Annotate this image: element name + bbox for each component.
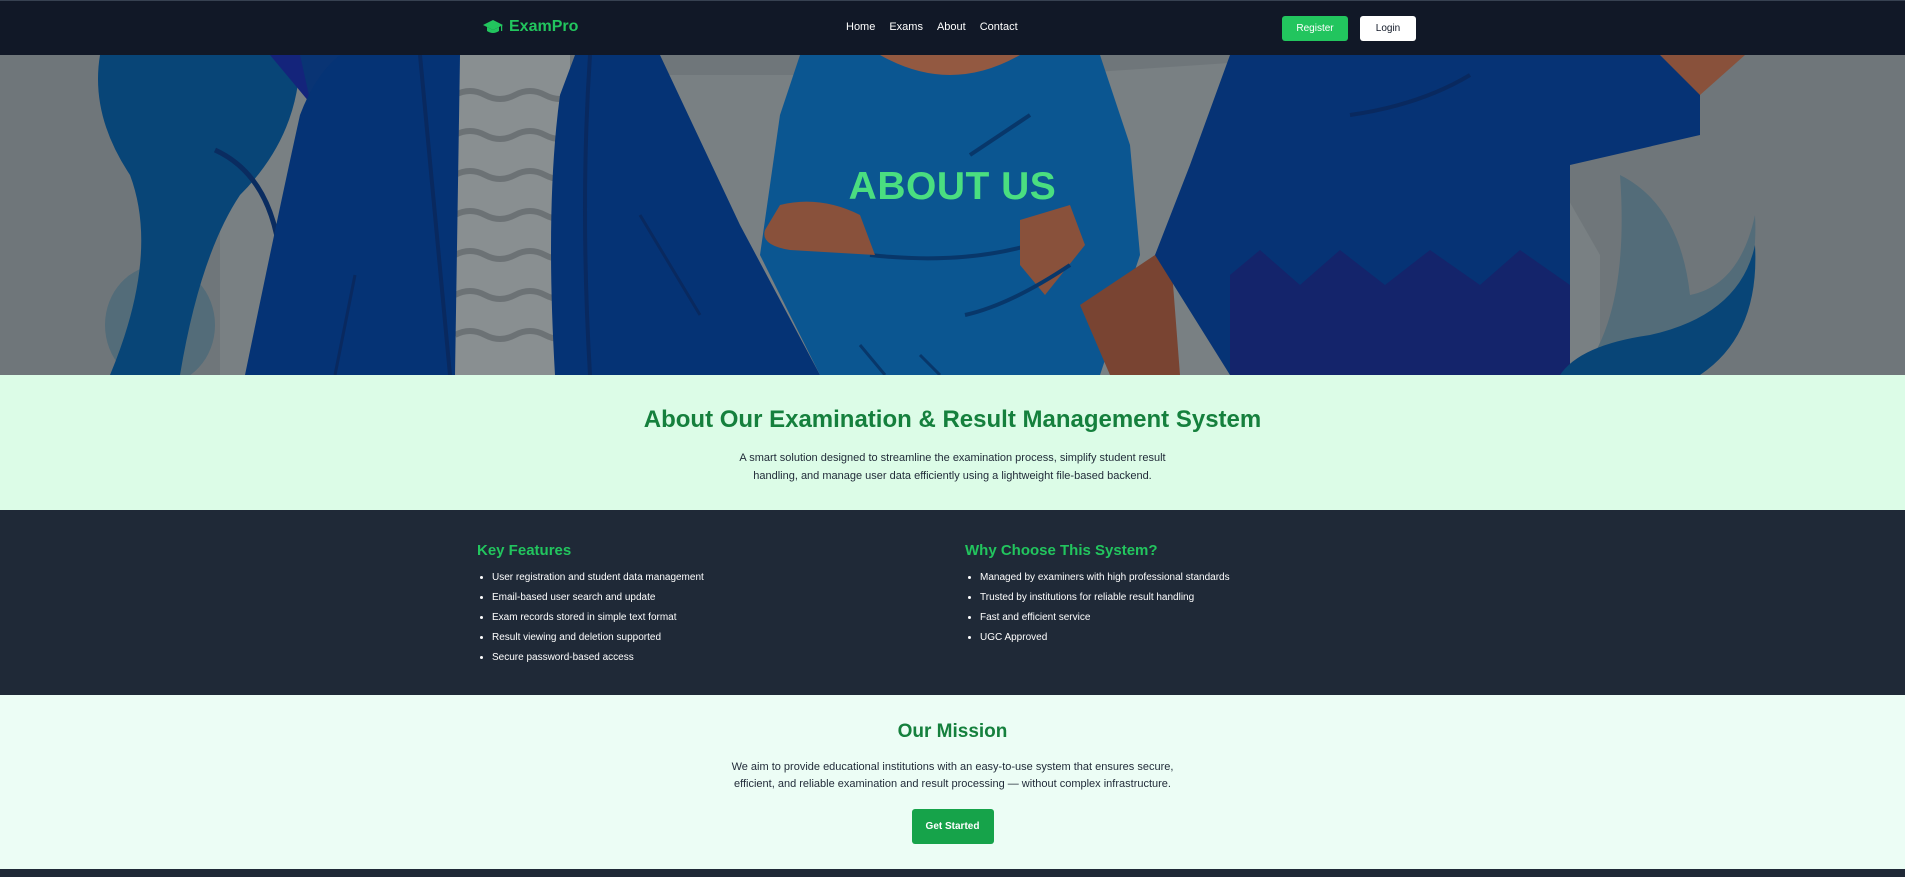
why-choose-column: Why Choose This System? Managed by exami… — [965, 542, 1230, 648]
intro-section: About Our Examination & Result Managemen… — [0, 375, 1905, 510]
key-features-list: User registration and student data manag… — [477, 568, 704, 668]
hero-title: ABOUT US — [848, 165, 1057, 208]
list-item: Email-based user search and update — [492, 588, 704, 608]
register-button[interactable]: Register — [1282, 16, 1348, 41]
nav-link-about[interactable]: About — [937, 21, 966, 33]
hero-banner: ABOUT US — [0, 55, 1905, 375]
list-item: User registration and student data manag… — [492, 568, 704, 588]
key-features-heading: Key Features — [477, 542, 572, 559]
graduation-cap-icon — [483, 20, 503, 33]
intro-text: A smart solution designed to streamline … — [739, 452, 1166, 482]
brand-name: ExamPro — [509, 18, 579, 35]
navbar: ExamPro Home Exams About Contact Registe… — [0, 0, 1905, 55]
mission-text: We aim to provide educational institutio… — [731, 761, 1174, 790]
list-item: Fast and efficient service — [980, 608, 1230, 628]
nav-link-home[interactable]: Home — [846, 21, 875, 33]
nav-link-exams[interactable]: Exams — [889, 21, 923, 33]
brand-logo[interactable]: ExamPro — [483, 18, 578, 36]
list-item: Secure password-based access — [492, 648, 704, 668]
footer-strip — [0, 869, 1905, 877]
why-choose-list: Managed by examiners with high professio… — [965, 568, 1230, 648]
list-item: UGC Approved — [980, 628, 1230, 648]
mission-heading: Our Mission — [897, 721, 1008, 742]
intro-heading: About Our Examination & Result Managemen… — [643, 406, 1262, 433]
features-section: Key Features User registration and stude… — [0, 510, 1905, 695]
hero-illustration — [0, 55, 1905, 375]
get-started-button[interactable]: Get Started — [911, 809, 994, 844]
list-item: Trusted by institutions for reliable res… — [980, 588, 1230, 608]
key-features-column: Key Features User registration and stude… — [477, 542, 704, 668]
list-item: Exam records stored in simple text forma… — [492, 608, 704, 628]
why-choose-heading: Why Choose This System? — [965, 542, 1158, 559]
nav-link-contact[interactable]: Contact — [980, 21, 1018, 33]
login-button[interactable]: Login — [1360, 16, 1416, 41]
list-item: Managed by examiners with high professio… — [980, 568, 1230, 588]
mission-section: Our Mission We aim to provide educationa… — [0, 695, 1905, 869]
list-item: Result viewing and deletion supported — [492, 628, 704, 648]
nav-links: Home Exams About Contact — [846, 21, 1018, 33]
